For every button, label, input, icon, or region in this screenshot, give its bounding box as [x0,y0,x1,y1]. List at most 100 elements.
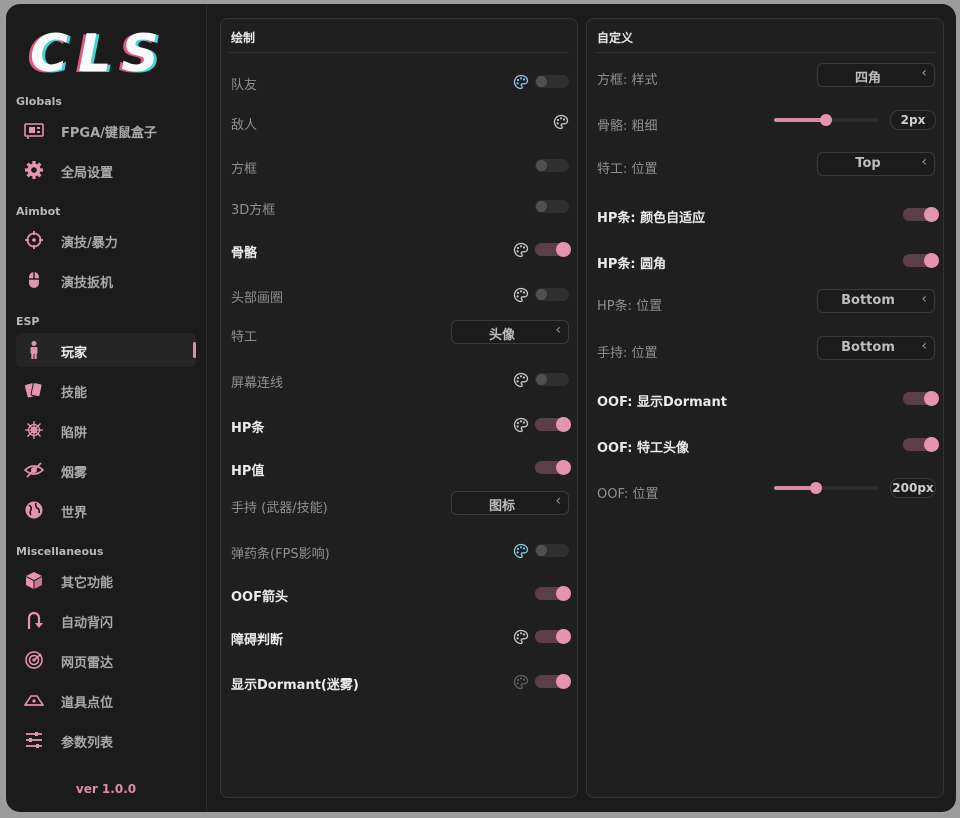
sidebar-item-auto-flash[interactable]: 自动背闪 [16,603,196,637]
dropdown-select[interactable]: 头像 ‹ [451,320,569,344]
setting-row-draw-14: 显示Dormant(迷雾) [221,667,577,697]
color-palette-icon[interactable] [513,242,529,258]
color-palette-icon[interactable] [513,287,529,303]
toggle-switch[interactable] [535,544,569,557]
dropdown-value: 头像 [488,328,515,343]
sidebar-item-web-radar[interactable]: 网页雷达 [16,643,196,677]
chevron-left-icon: ‹ [555,493,561,509]
sidebar: CLS CLS CLS Globals FPGA/键鼠盒子 全局设置 Aimbo… [6,4,207,812]
map-marker-icon [24,690,44,710]
setting-label: OOF: 显示Dormant [597,395,727,410]
toggle-switch[interactable] [535,159,569,172]
sidebar-item-fpga[interactable]: FPGA/键鼠盒子 [16,113,196,147]
dropdown-select[interactable]: 四角 ‹ [817,63,935,87]
toggle-switch[interactable] [903,437,939,452]
radar-icon [24,650,44,670]
color-palette-icon[interactable] [513,372,529,388]
section-aimbot: Aimbot [16,205,61,218]
setting-label: 显示Dormant(迷雾) [231,678,359,693]
sidebar-item-label: 演技扳机 [61,276,114,291]
dropdown-select[interactable]: Top ‹ [817,152,935,176]
sidebar-item-global-settings[interactable]: 全局设置 [16,153,196,187]
dropdown-value: Top [855,156,881,171]
toggle-switch[interactable] [903,207,939,222]
setting-label: 特工 [231,330,258,345]
logo-white-layer: CLS [30,24,169,80]
sidebar-item-label: 演技/暴力 [61,236,118,251]
sidebar-item-abilities[interactable]: 技能 [16,373,196,407]
sidebar-item-label: 陷阱 [61,426,88,441]
setting-label: HP条: 颜色自适应 [597,211,706,226]
sidebar-item-aim[interactable]: 演技/暴力 [16,223,196,257]
chevron-left-icon: ‹ [921,338,927,354]
toggle-switch[interactable] [535,373,569,386]
toggle-knob [924,437,939,452]
setting-row-draw-5: 头部画圈 [221,280,577,310]
sidebar-item-label: 全局设置 [61,166,114,181]
divider [229,52,569,53]
sidebar-item-trigger[interactable]: 演技扳机 [16,263,196,297]
toggle-switch[interactable] [535,417,571,432]
toggle-switch[interactable] [535,200,569,213]
toggle-switch[interactable] [535,586,571,601]
sidebar-item-params[interactable]: 参数列表 [16,723,196,757]
sidebar-item-other[interactable]: 其它功能 [16,563,196,597]
dropdown-value: 图标 [488,499,515,514]
draw-panel: 绘制 队友 敌人 方框 3D方框 骨骼 头部画圈 特工 头像 ‹ 屏幕连线 HP条 HP值 手持 (武器… [220,18,578,798]
slider-thumb[interactable] [820,114,832,126]
setting-row-draw-8: HP条 [221,410,577,440]
color-palette-icon[interactable] [513,74,529,90]
setting-row-draw-9: HP值 [221,453,577,483]
color-palette-icon[interactable] [513,543,529,559]
dropdown-value: Bottom [841,293,895,308]
setting-row-draw-12: OOF箭头 [221,579,577,609]
spiderweb-icon [24,420,44,440]
chevron-left-icon: ‹ [921,291,927,307]
setting-label: 手持: 位置 [597,346,658,361]
dropdown-select[interactable]: 图标 ‹ [451,491,569,515]
slider-track[interactable] [774,482,878,494]
toggle-switch[interactable] [903,253,939,268]
toggle-switch[interactable] [535,242,571,257]
sidebar-item-smoke[interactable]: 烟雾 [16,453,196,487]
color-palette-icon[interactable] [513,629,529,645]
toggle-switch[interactable] [535,629,571,644]
sidebar-item-traps[interactable]: 陷阱 [16,413,196,447]
toggle-switch[interactable] [903,391,939,406]
sidebar-item-world[interactable]: 世界 [16,493,196,527]
dropdown-value: 四角 [854,71,881,86]
setting-label: 特工: 位置 [597,162,658,177]
setting-label: 队友 [231,78,258,93]
setting-label: OOF箭头 [231,590,288,605]
toggle-switch[interactable] [535,75,569,88]
setting-row-custom-3: HP条: 颜色自适应 [587,200,943,230]
toggle-switch[interactable] [535,674,571,689]
setting-label: HP条: 位置 [597,299,663,314]
color-palette-icon[interactable] [513,674,529,690]
setting-row-custom-1: 骨骼: 粗细 2px [587,108,943,138]
cls-logo: CLS CLS CLS [28,24,169,80]
toggle-knob [924,391,939,406]
slider-track[interactable] [774,114,878,126]
dropdown-select[interactable]: Bottom ‹ [817,289,935,313]
setting-label: 敌人 [231,118,258,133]
color-palette-icon[interactable] [553,114,569,130]
color-palette-icon[interactable] [513,417,529,433]
sidebar-item-player[interactable]: 玩家 [16,333,196,367]
sidebar-item-label: 玩家 [61,346,88,361]
panel-title: 绘制 [231,31,256,45]
setting-row-custom-2: 特工: 位置 Top ‹ [587,151,943,181]
toggle-knob [924,207,939,222]
toggle-switch[interactable] [535,460,571,475]
toggle-knob [536,201,547,212]
dropdown-select[interactable]: Bottom ‹ [817,336,935,360]
setting-row-custom-4: HP条: 圆角 [587,246,943,276]
setting-row-draw-0: 队友 [221,67,577,97]
sidebar-item-label: FPGA/键鼠盒子 [61,126,157,141]
slider-fill [774,118,826,122]
toggle-switch[interactable] [535,288,569,301]
section-globals: Globals [16,95,62,108]
sidebar-item-lineups[interactable]: 道具点位 [16,683,196,717]
toggle-knob [536,160,547,171]
slider-thumb[interactable] [809,482,822,494]
